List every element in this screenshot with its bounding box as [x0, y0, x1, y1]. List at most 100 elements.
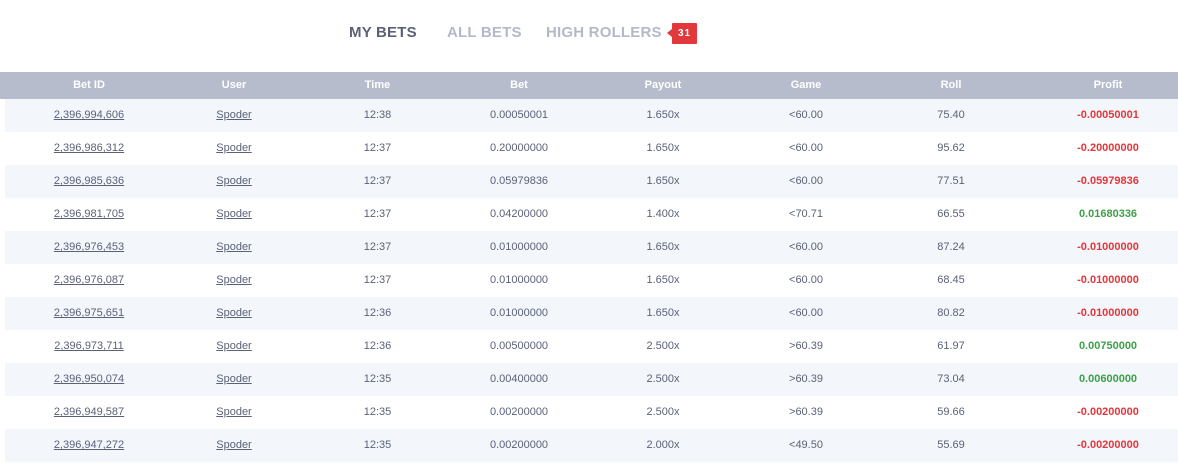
bet-game: <60.00: [789, 241, 823, 253]
bet-amount-cell: 0.01000000: [460, 297, 578, 330]
user-cell: Spoder: [173, 297, 295, 330]
bet-time: 12:37: [363, 274, 392, 286]
bet-roll-cell: 95.62: [864, 132, 1038, 165]
bet-id-link[interactable]: 2,396,975,651: [54, 307, 124, 319]
bet-time: 12:36: [363, 307, 392, 319]
bet-roll: 73.04: [937, 373, 965, 385]
bet-id-link[interactable]: 2,396,950,074: [54, 373, 124, 385]
table-row: 2,396,986,312 Spoder 12:37 0.20000000 1.650x…: [0, 132, 1178, 165]
bet-amount-cell: 0.01000000: [460, 231, 578, 264]
bet-id-cell: 2,396,973,711: [5, 330, 173, 363]
user-link[interactable]: Spoder: [216, 406, 251, 418]
bet-game: >60.39: [789, 340, 823, 352]
user-link[interactable]: Spoder: [216, 307, 251, 319]
bet-id-link[interactable]: 2,396,976,453: [54, 241, 124, 253]
user-link[interactable]: Spoder: [216, 175, 251, 187]
bet-time: 12:37: [363, 208, 392, 220]
user-link[interactable]: Spoder: [216, 340, 251, 352]
bet-roll: 75.40: [937, 109, 965, 121]
bet-time: 12:35: [363, 406, 392, 418]
user-cell: Spoder: [173, 363, 295, 396]
bet-id-cell: 2,396,976,453: [5, 231, 173, 264]
bet-time-cell: 12:37: [295, 198, 460, 231]
bet-profit: -0.01000000: [1077, 274, 1139, 286]
bet-profit: 0.00750000: [1078, 340, 1138, 352]
bet-profit-cell: -0.01000000: [1038, 297, 1178, 330]
bet-amount: 0.01000000: [489, 307, 549, 319]
bet-amount-cell: 0.00200000: [460, 429, 578, 462]
bet-game-cell: >60.39: [748, 396, 864, 429]
bet-amount-cell: 0.00050001: [460, 99, 578, 132]
bets-table: Bet ID User Time Bet Payout Game Roll Pr…: [0, 72, 1178, 462]
bet-profit-cell: 0.00600000: [1038, 363, 1178, 396]
bet-payout: 1.650x: [646, 142, 680, 154]
bet-time: 12:36: [363, 340, 392, 352]
bet-roll-cell: 61.97: [864, 330, 1038, 363]
bet-amount-cell: 0.00200000: [460, 396, 578, 429]
bet-amount: 0.05979836: [489, 175, 549, 187]
bet-id-link[interactable]: 2,396,947,272: [54, 439, 124, 451]
bet-amount-cell: 0.20000000: [460, 132, 578, 165]
user-link[interactable]: Spoder: [216, 439, 251, 451]
bet-roll-cell: 80.82: [864, 297, 1038, 330]
bet-payout-cell: 2.000x: [578, 429, 748, 462]
bet-payout-cell: 1.650x: [578, 297, 748, 330]
user-link[interactable]: Spoder: [216, 109, 251, 121]
bet-id-cell: 2,396,985,636: [5, 165, 173, 198]
bet-id-link[interactable]: 2,396,985,636: [54, 175, 124, 187]
bet-id-cell: 2,396,949,587: [5, 396, 173, 429]
bet-id-link[interactable]: 2,396,986,312: [54, 142, 124, 154]
high-rollers-count-badge: 31: [667, 23, 697, 44]
bet-id-link[interactable]: 2,396,994,606: [54, 109, 124, 121]
bet-time-cell: 12:38: [295, 99, 460, 132]
bet-payout-cell: 2.500x: [578, 396, 748, 429]
bet-time: 12:37: [363, 241, 392, 253]
bet-profit-cell: 0.00750000: [1038, 330, 1178, 363]
bet-profit-cell: -0.01000000: [1038, 264, 1178, 297]
bet-roll: 95.62: [937, 142, 965, 154]
tab-all-bets[interactable]: ALL BETS: [447, 22, 522, 44]
bet-payout: 1.650x: [646, 175, 680, 187]
bet-roll-cell: 77.51: [864, 165, 1038, 198]
bet-id-link[interactable]: 2,396,949,587: [54, 406, 124, 418]
bet-amount-cell: 0.00500000: [460, 330, 578, 363]
bet-game-cell: <70.71: [748, 198, 864, 231]
bet-game-cell: >60.39: [748, 363, 864, 396]
bet-roll-cell: 75.40: [864, 99, 1038, 132]
user-link[interactable]: Spoder: [216, 142, 251, 154]
bet-time-cell: 12:35: [295, 396, 460, 429]
bet-id-link[interactable]: 2,396,976,087: [54, 274, 124, 286]
user-link[interactable]: Spoder: [216, 373, 251, 385]
user-link[interactable]: Spoder: [216, 274, 251, 286]
bet-payout-cell: 1.650x: [578, 132, 748, 165]
bet-game: >60.39: [789, 373, 823, 385]
table-row: 2,396,973,711 Spoder 12:36 0.00500000 2.500x…: [0, 330, 1178, 363]
bet-time: 12:35: [363, 373, 392, 385]
bet-time-cell: 12:37: [295, 264, 460, 297]
bet-payout: 2.500x: [646, 340, 680, 352]
bets-panel: MY BETS ALL BETS HIGH ROLLERS 31 Bet ID …: [0, 0, 1178, 465]
tab-high-rollers[interactable]: HIGH ROLLERS: [546, 22, 662, 44]
bet-payout: 2.500x: [646, 406, 680, 418]
bet-id-cell: 2,396,950,074: [5, 363, 173, 396]
bet-payout: 2.000x: [646, 439, 680, 451]
bet-time-cell: 12:37: [295, 231, 460, 264]
bet-roll: 87.24: [937, 241, 965, 253]
bet-time: 12:37: [363, 175, 392, 187]
bet-time-cell: 12:37: [295, 165, 460, 198]
bet-payout: 1.650x: [646, 109, 680, 121]
bet-id-link[interactable]: 2,396,973,711: [54, 340, 124, 352]
bets-table-body: 2,396,994,606 Spoder 12:38 0.00050001 1.650x…: [0, 99, 1178, 462]
bet-time: 12:35: [363, 439, 392, 451]
user-cell: Spoder: [173, 231, 295, 264]
bet-roll: 66.55: [937, 208, 965, 220]
user-link[interactable]: Spoder: [216, 208, 251, 220]
bet-game: <60.00: [789, 175, 823, 187]
bet-id-link[interactable]: 2,396,981,705: [54, 208, 124, 220]
bet-profit: -0.00200000: [1077, 439, 1139, 451]
bet-game-cell: <60.00: [748, 231, 864, 264]
bet-time-cell: 12:35: [295, 429, 460, 462]
tab-my-bets[interactable]: MY BETS: [349, 22, 417, 44]
bet-profit: -0.01000000: [1077, 307, 1139, 319]
user-link[interactable]: Spoder: [216, 241, 251, 253]
